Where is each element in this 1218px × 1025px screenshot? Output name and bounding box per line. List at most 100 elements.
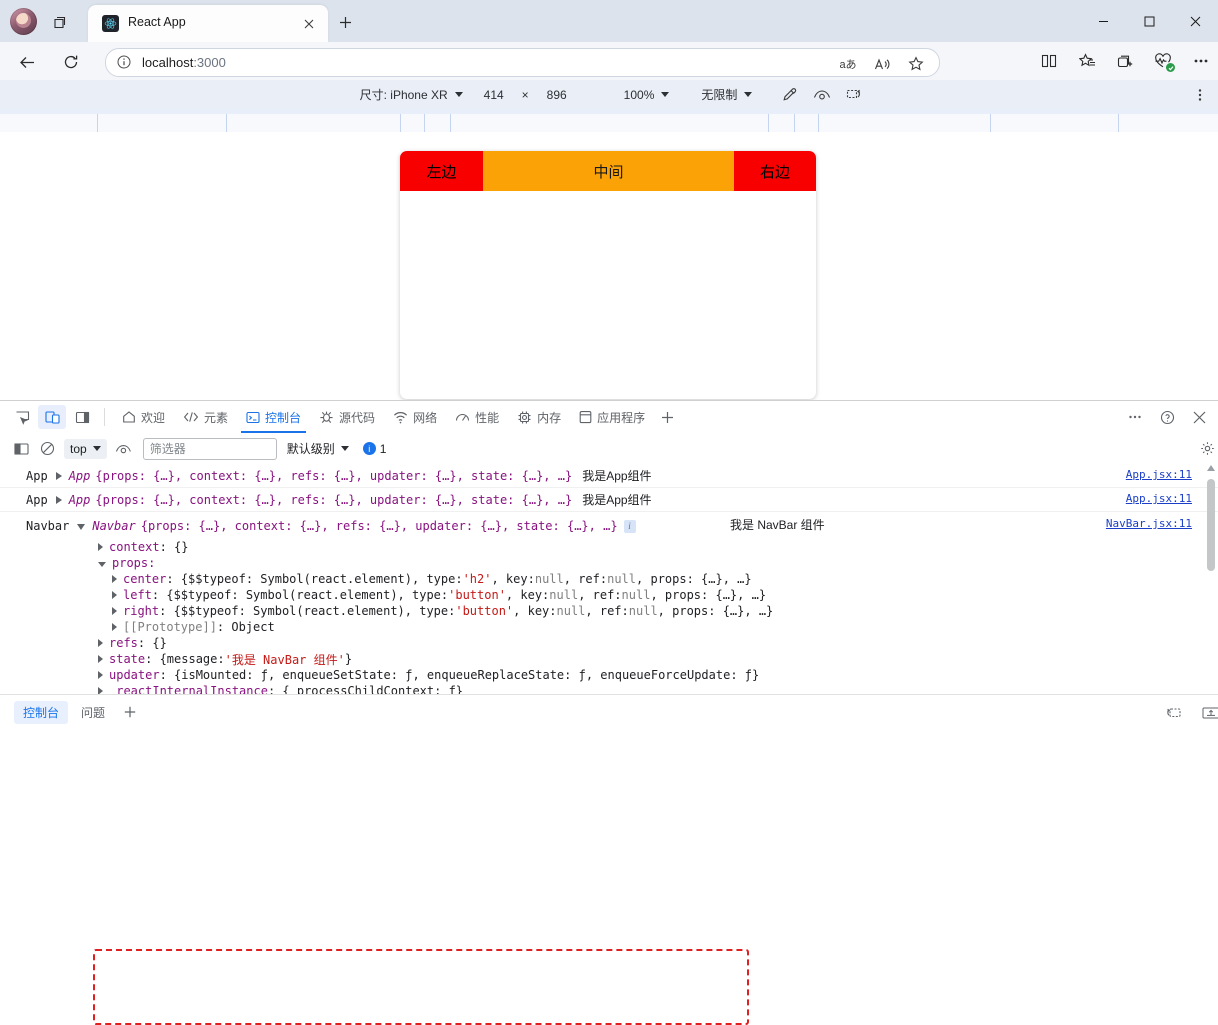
navbar-left-button[interactable]: 左边 [400,151,483,191]
split-screen-icon[interactable] [1038,50,1060,72]
more-options-icon[interactable] [1190,50,1212,72]
tab-label: 性能 [475,409,499,426]
expand-arrow-icon[interactable] [98,687,103,694]
source-link[interactable]: NavBar.jsx:11 [1106,517,1192,530]
expand-arrow-icon[interactable] [98,639,103,647]
collections-icon[interactable] [1076,50,1098,72]
object-preview[interactable]: {props: {…}, context: {…}, refs: {…}, up… [95,469,572,483]
reload-icon[interactable] [58,49,84,75]
tab-network[interactable]: 网络 [384,402,446,433]
url-port: :3000 [193,55,226,70]
collapse-arrow-icon[interactable] [77,524,85,530]
throttling-select[interactable]: 无限制 [701,86,752,103]
close-window-button[interactable] [1172,0,1218,42]
console-scrollbar[interactable] [1206,465,1216,693]
expand-arrow-icon[interactable] [98,655,103,663]
collapse-arrow-icon[interactable] [98,562,106,567]
scroll-up-arrow-icon[interactable] [1207,465,1215,471]
dock-side-icon[interactable] [68,405,96,429]
zoom-select[interactable]: 100% [624,88,670,102]
live-expression-icon[interactable] [111,437,137,461]
tab-welcome[interactable]: 欢迎 [113,402,174,433]
tree-node-updater[interactable]: updater: {isMounted: ƒ, enqueueSetState:… [98,667,1218,683]
screencast-icon[interactable] [1200,703,1218,723]
address-bar[interactable]: localhost:3000 aあ [105,48,940,77]
source-link[interactable]: App.jsx:11 [1126,468,1192,481]
console-message-row[interactable]: App App {props: {…}, context: {…}, refs:… [0,488,1218,512]
tree-node-prototype[interactable]: [[Prototype]]: Object [98,619,1218,635]
expand-arrow-icon[interactable] [56,496,62,504]
tab-stack-icon[interactable] [48,9,74,34]
execution-context-select[interactable]: top [64,439,107,459]
ruler-tick [768,114,769,132]
console-message-list[interactable]: App App {props: {…}, context: {…}, refs:… [0,464,1218,694]
log-level-select[interactable]: 默认级别 [287,440,349,457]
expand-arrow-icon[interactable] [112,607,117,615]
drawer-tab-console[interactable]: 控制台 [14,701,68,724]
read-aloud-icon[interactable] [871,53,893,75]
profile-avatar[interactable] [10,8,37,35]
viewport-width-input[interactable]: 414 [475,88,513,102]
back-arrow-icon[interactable] [14,49,40,75]
tree-node-left[interactable]: left: {$$typeof: Symbol(react.element), … [98,587,1218,603]
expand-arrow-icon[interactable] [112,623,117,631]
tree-node-props[interactable]: props: [98,555,1218,571]
close-icon[interactable] [300,15,318,33]
tree-node-refs[interactable]: refs: {} [98,635,1218,651]
tab-performance[interactable]: 性能 [446,402,508,433]
add-panel-button[interactable] [654,405,680,429]
drawer-tab-issues[interactable]: 问题 [72,701,114,724]
rotate-drawer-icon[interactable] [1162,703,1184,723]
tab-memory[interactable]: 内存 [508,402,570,433]
expand-arrow-icon[interactable] [112,591,117,599]
device-more-icon[interactable] [1190,85,1210,105]
expand-arrow-icon[interactable] [98,543,103,551]
device-toggle-icon[interactable] [38,405,66,429]
expand-arrow-icon[interactable] [98,671,103,679]
info-count-badge[interactable]: i 1 [363,442,387,456]
console-message-row[interactable]: App App {props: {…}, context: {…}, refs:… [0,464,1218,488]
tree-node-right[interactable]: right: {$$typeof: Symbol(react.element),… [98,603,1218,619]
source-link[interactable]: App.jsx:11 [1126,492,1192,505]
component-name: App [26,493,48,507]
tab-elements[interactable]: 元素 [174,402,237,433]
console-sidebar-icon[interactable] [8,437,34,461]
tree-node-context[interactable]: context: {} [98,539,1218,555]
rotate-icon[interactable] [842,84,866,106]
tree-node-center[interactable]: center: {$$typeof: Symbol(react.element)… [98,571,1218,587]
more-tools-icon[interactable] [1120,403,1150,431]
expand-arrow-icon[interactable] [56,472,62,480]
clear-console-icon[interactable] [34,437,60,461]
new-tab-button[interactable] [333,11,357,33]
gear-icon[interactable] [1196,437,1218,459]
tab-sources[interactable]: 源代码 [310,402,384,433]
tree-node-internal-instance[interactable]: _reactInternalInstance: {_processChildCo… [98,683,1218,694]
add-drawer-tab-button[interactable] [118,701,142,723]
tree-node-state[interactable]: state: {message: '我是 NavBar 组件'} [98,651,1218,667]
navbar-right-button[interactable]: 右边 [734,151,816,191]
sensors-icon[interactable] [810,84,834,106]
help-icon[interactable] [1152,403,1182,431]
object-preview[interactable]: {props: {…}, context: {…}, refs: {…}, up… [141,519,618,533]
tab-console[interactable]: 控制台 [237,402,310,433]
eyedropper-icon[interactable] [778,84,802,106]
maximize-button[interactable] [1126,0,1172,42]
device-size-select[interactable]: 尺寸: iPhone XR [360,86,463,103]
expand-arrow-icon[interactable] [112,575,117,583]
browser-tab[interactable]: React App [88,5,328,42]
translate-icon[interactable]: aあ [837,53,859,75]
viewport-height-input[interactable]: 896 [538,88,576,102]
browser-essentials-icon[interactable] [1152,50,1174,72]
minimize-button[interactable] [1080,0,1126,42]
tab-label: 欢迎 [141,409,165,426]
add-tab-group-icon[interactable] [1114,50,1136,72]
console-filter-input[interactable]: 筛选器 [143,438,277,460]
info-circle-icon[interactable] [116,54,132,70]
tab-application[interactable]: 应用程序 [570,402,654,433]
close-devtools-icon[interactable] [1184,403,1214,431]
inspect-element-icon[interactable] [8,405,36,429]
scrollbar-thumb[interactable] [1207,479,1215,571]
favorite-star-icon[interactable] [905,53,927,75]
object-preview[interactable]: {props: {…}, context: {…}, refs: {…}, up… [95,493,572,507]
console-message-row-expanded[interactable]: Navbar Navbar {props: {…}, context: {…},… [0,512,1218,694]
